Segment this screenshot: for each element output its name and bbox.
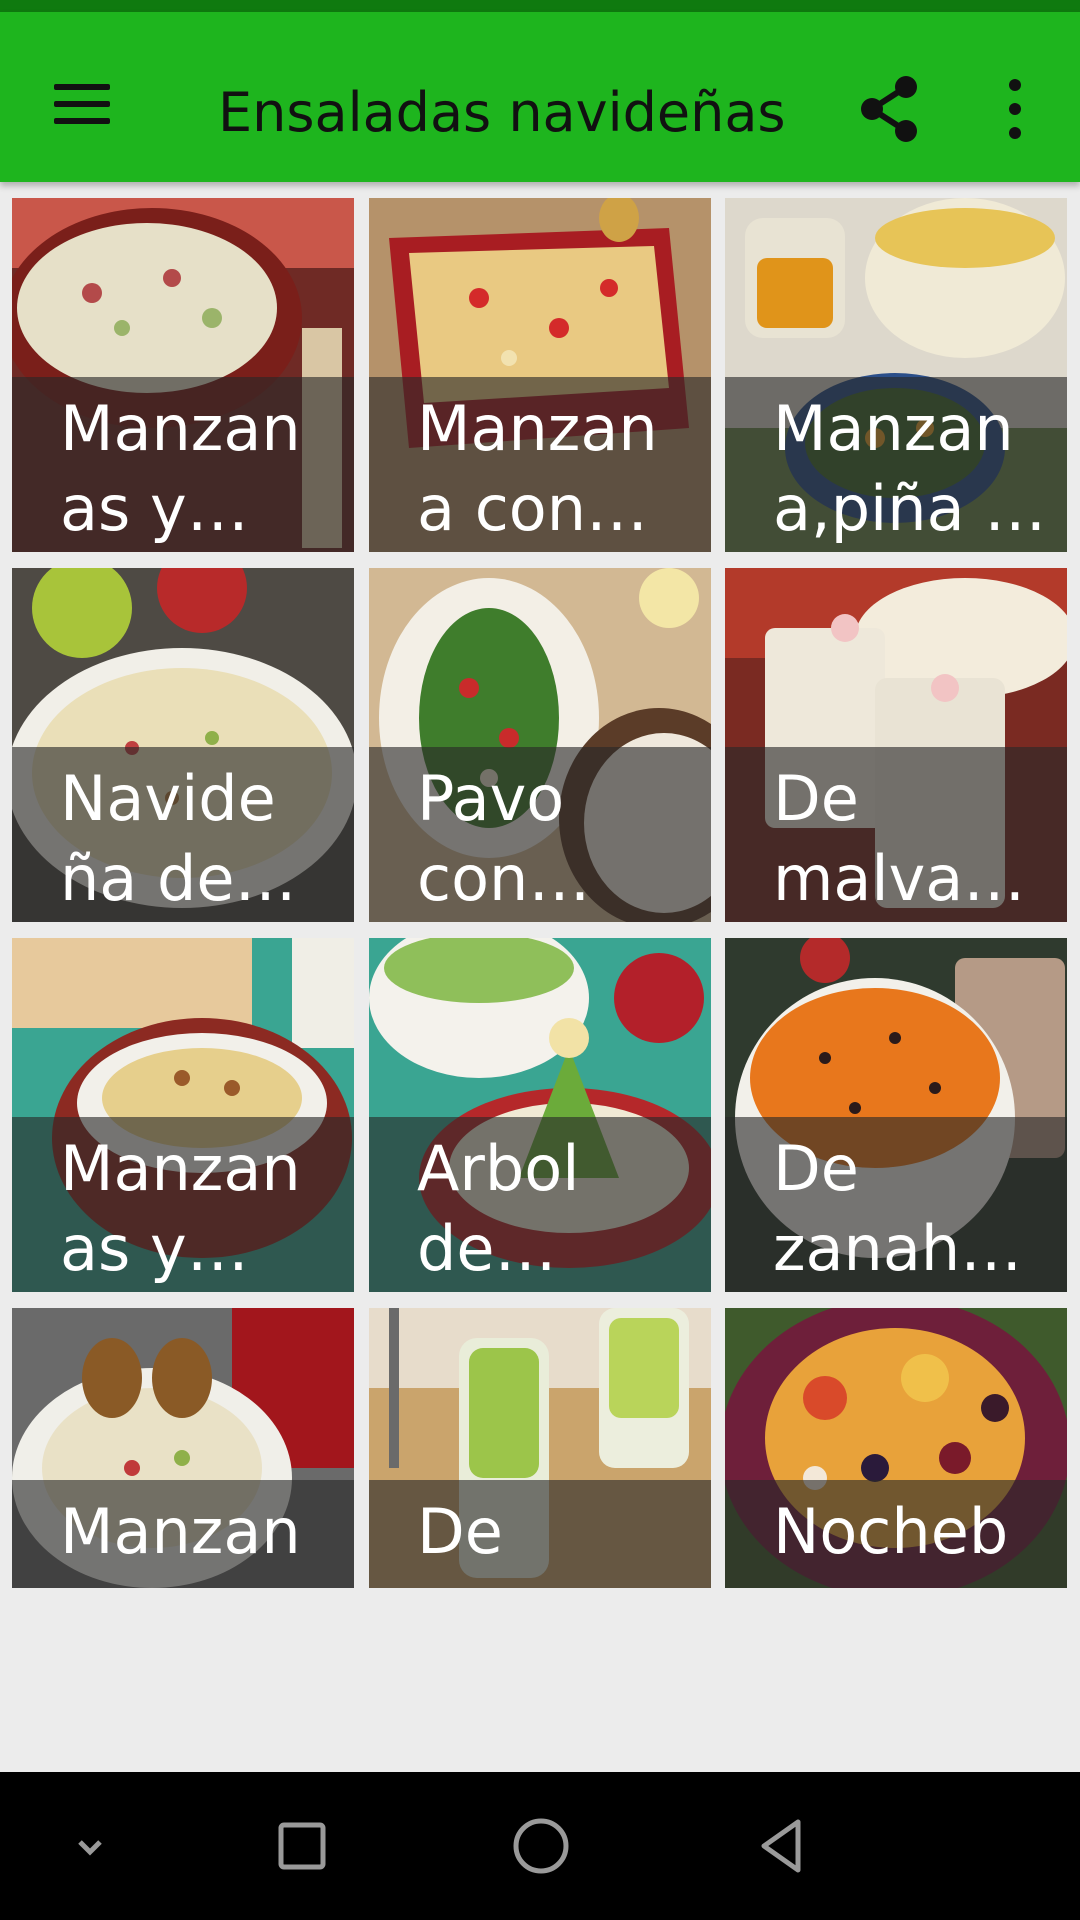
recipe-caption: Pavo con… [369, 747, 711, 922]
recipe-tile[interactable]: Manzan a con… [369, 198, 711, 552]
system-navigation-bar [0, 1772, 1080, 1920]
recipe-caption: Manzan as y… [12, 377, 354, 552]
recipe-tile[interactable]: Manzan a,piña … [725, 198, 1067, 552]
home-circle-icon[interactable] [501, 1806, 581, 1886]
recipe-caption: De [369, 1480, 711, 1588]
recipe-caption: Manzan as y… [12, 1117, 354, 1292]
recipe-tile[interactable]: De zanah… [725, 938, 1067, 1292]
recipe-tile[interactable]: Navide ña de… [12, 568, 354, 922]
recipe-tile[interactable]: Manzan [12, 1308, 354, 1588]
app-bar: Ensaladas navideñas [0, 12, 1080, 182]
back-triangle-icon[interactable] [742, 1806, 822, 1886]
recipe-caption: Navide ña de… [12, 747, 354, 922]
recipe-tile[interactable]: De malva… [725, 568, 1067, 922]
recipe-tile[interactable]: Arbol de… [369, 938, 711, 1292]
recipe-tile[interactable]: Manzan as y… [12, 938, 354, 1292]
recipe-tile[interactable]: De [369, 1308, 711, 1588]
app-title: Ensaladas navideñas [218, 81, 786, 144]
recipe-tile[interactable]: Nocheb [725, 1308, 1067, 1588]
recipe-caption: Manzan a con… [369, 377, 711, 552]
recipe-tile[interactable]: Manzan as y… [12, 198, 354, 552]
recipe-tile[interactable]: Pavo con… [369, 568, 711, 922]
recipe-caption: Arbol de… [369, 1117, 711, 1292]
recipe-caption: Manzan [12, 1480, 354, 1588]
recipe-caption: De zanah… [725, 1117, 1067, 1292]
recipe-caption: Nocheb [725, 1480, 1067, 1588]
recents-square-icon[interactable] [262, 1806, 342, 1886]
hamburger-menu-icon[interactable] [40, 64, 130, 154]
more-vert-icon[interactable] [985, 67, 1045, 151]
share-icon[interactable] [848, 67, 932, 151]
status-bar [0, 0, 1080, 12]
recipe-caption: Manzan a,piña … [725, 377, 1067, 552]
recipe-caption: De malva… [725, 747, 1067, 922]
chevron-down-icon[interactable] [50, 1806, 130, 1886]
